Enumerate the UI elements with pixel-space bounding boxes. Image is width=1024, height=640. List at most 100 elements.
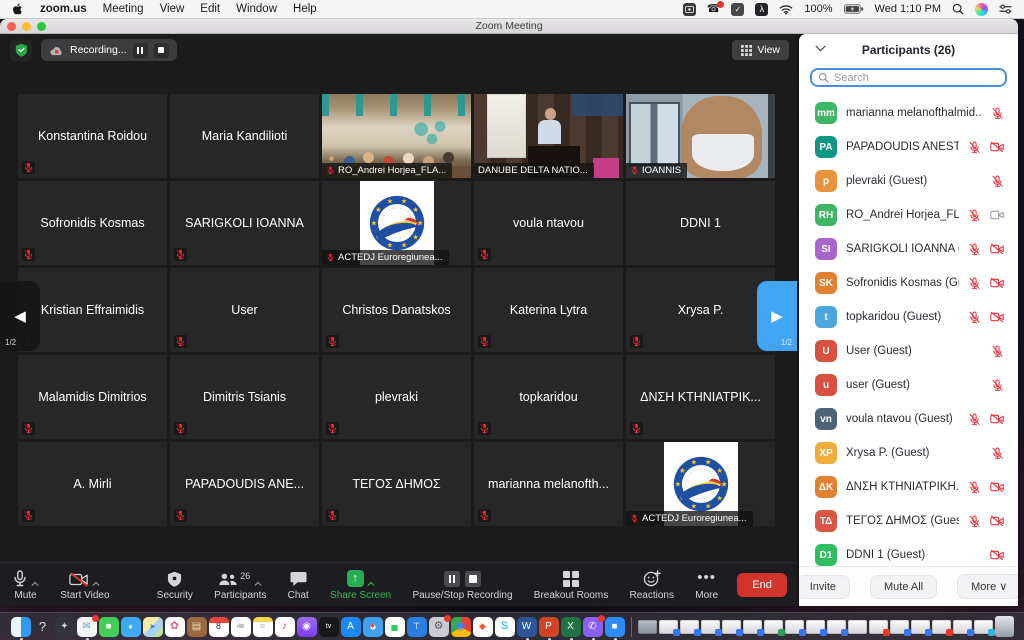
dock-item[interactable] bbox=[848, 620, 867, 634]
participant-row[interactable]: ΔΚ ΔΝΣΗ ΚΤΗΝΙΑΤΡΙΚΗ... (Guest) bbox=[799, 470, 1018, 504]
participant-row[interactable]: U User (Guest) bbox=[799, 334, 1018, 368]
wifi-icon[interactable] bbox=[779, 4, 793, 15]
participant-tile[interactable]: ★★★★★★★★★★ ΔΝΣΗ ΚΤΗΝΙΑΤΡΙΚ... bbox=[626, 355, 775, 439]
participant-row[interactable]: vn voula ntavou (Guest) bbox=[799, 402, 1018, 436]
dock-item[interactable] bbox=[953, 620, 972, 634]
dock-item[interactable] bbox=[764, 620, 783, 634]
participant-tile[interactable]: ★★★★★★★★★★ topkaridou bbox=[474, 355, 623, 439]
dock-item[interactable]: ✦ bbox=[55, 617, 75, 637]
participant-tile[interactable]: ★★★★★★★★★★ User bbox=[170, 268, 319, 352]
participant-row[interactable]: RH RO_Andrei Horjea_FL... (Guest) bbox=[799, 198, 1018, 232]
dock-item[interactable]: P bbox=[539, 617, 559, 637]
dock-item[interactable] bbox=[890, 620, 909, 634]
participant-tile[interactable]: ★★★★★★★★★★ ACTEDJ Euroregiunea... bbox=[322, 181, 471, 265]
menu-edit[interactable]: Edit bbox=[200, 3, 220, 15]
participant-tile[interactable]: ★★★★★★★★★★ A. Mirli bbox=[18, 442, 167, 526]
participant-tile[interactable]: ★★★★★★★★★★ Xrysa P. bbox=[626, 268, 775, 352]
phone-status-icon[interactable]: ☎ bbox=[707, 4, 721, 15]
dock-item[interactable]: A bbox=[341, 617, 361, 637]
dock-item[interactable]: ♪ bbox=[275, 617, 295, 637]
dock-item[interactable]: S bbox=[495, 617, 515, 637]
dock-item[interactable] bbox=[631, 617, 632, 637]
apple-menu[interactable] bbox=[12, 2, 24, 16]
participant-tile[interactable]: ★★★★★★★★★★ DANUBE DELTA NATIO... bbox=[474, 94, 623, 178]
dock-item[interactable]: ● bbox=[121, 617, 141, 637]
participant-tile[interactable]: ★★★★★★★★★★ DDNI 1 bbox=[626, 181, 775, 265]
menu-view[interactable]: View bbox=[160, 3, 185, 15]
reactions-button[interactable]: Reactions bbox=[628, 563, 676, 606]
menu-clock[interactable]: Wed 1:10 PM bbox=[875, 3, 941, 15]
participant-tile[interactable]: ★★★★★★★★★★ Kristian Effraimidis bbox=[18, 268, 167, 352]
dock-item[interactable] bbox=[11, 617, 31, 637]
dock-item[interactable]: ✦ bbox=[363, 617, 383, 637]
participant-tile[interactable]: ★★★★★★★★★★ Katerina Lytra bbox=[474, 268, 623, 352]
search-input[interactable] bbox=[834, 72, 999, 84]
dock-item[interactable] bbox=[680, 620, 699, 634]
start-video-button[interactable]: Start Video bbox=[58, 563, 111, 606]
dock-item[interactable]: ➤ bbox=[143, 617, 163, 637]
dock-item[interactable] bbox=[743, 620, 762, 634]
previous-page-button[interactable]: ◀ 1/2 bbox=[0, 281, 40, 351]
checkmark-menu-icon[interactable]: ✓ bbox=[731, 3, 744, 16]
dock-item[interactable] bbox=[869, 620, 888, 634]
dock-item[interactable]: ▅ bbox=[385, 617, 405, 637]
dock-item[interactable]: ≔ bbox=[231, 617, 251, 637]
chevron-up-icon[interactable] bbox=[31, 581, 39, 587]
participant-tile[interactable]: ★★★★★★★★★★ IOANNIS bbox=[626, 94, 775, 178]
participant-tile[interactable]: ★★★★★★★★★★ ACTEDJ Euroregiunea... bbox=[626, 442, 775, 526]
participant-row[interactable]: PA PAPADOUDIS ANESTIS (Guest) bbox=[799, 130, 1018, 164]
dock-item[interactable]: ▤ bbox=[187, 617, 207, 637]
dock-item[interactable] bbox=[722, 620, 741, 634]
dock-item[interactable]: ◉ bbox=[451, 617, 471, 637]
menu-app-name[interactable]: zoom.us bbox=[40, 3, 87, 15]
participant-row[interactable]: D1 DDNI 1 (Guest) bbox=[799, 538, 1018, 566]
next-page-button[interactable]: ▶ 1/2 bbox=[757, 281, 797, 351]
dock-item[interactable] bbox=[638, 620, 657, 634]
dock-item[interactable]: ✉ bbox=[77, 617, 97, 637]
dock-item[interactable]: 8 bbox=[209, 617, 229, 637]
collapse-panel-button[interactable] bbox=[815, 45, 826, 52]
view-button[interactable]: View bbox=[732, 40, 789, 60]
dock-item[interactable]: ? bbox=[33, 617, 53, 637]
pause-recording-button[interactable] bbox=[133, 43, 148, 58]
meeting-info-button[interactable] bbox=[10, 39, 32, 61]
participant-row[interactable]: SI SARIGKOLI IOANNA (Guest) bbox=[799, 232, 1018, 266]
screen-record-icon[interactable] bbox=[683, 3, 696, 16]
siri-icon[interactable] bbox=[975, 3, 988, 16]
participant-row[interactable]: XP Xrysa P. (Guest) bbox=[799, 436, 1018, 470]
dock-item[interactable]: ◼ bbox=[605, 617, 625, 637]
participant-tile[interactable]: ★★★★★★★★★★ RO_Andrei Horjea_FLA... bbox=[322, 94, 471, 178]
participant-row[interactable]: SK Sofronidis Kosmas (Guest) bbox=[799, 266, 1018, 300]
dock-item[interactable] bbox=[827, 620, 846, 634]
participant-row[interactable]: u user (Guest) bbox=[799, 368, 1018, 402]
menu-help[interactable]: Help bbox=[293, 3, 317, 15]
battery-icon[interactable] bbox=[844, 4, 864, 14]
dock-item[interactable]: tv bbox=[319, 617, 339, 637]
dock-item[interactable] bbox=[806, 620, 825, 634]
more-options-button[interactable]: More ∨ bbox=[957, 574, 1018, 599]
chevron-up-icon[interactable] bbox=[367, 581, 375, 587]
menu-meeting[interactable]: Meeting bbox=[103, 3, 144, 15]
participant-tile[interactable]: ★★★★★★★★★★ plevraki bbox=[322, 355, 471, 439]
participant-tile[interactable]: ★★★★★★★★★★ Christos Danatskos bbox=[322, 268, 471, 352]
more-button[interactable]: ••• More bbox=[693, 563, 720, 606]
participants-button[interactable]: 26 Participants bbox=[212, 563, 268, 606]
participant-tile[interactable]: ★★★★★★★★★★ SARIGKOLI IOANNA bbox=[170, 181, 319, 265]
participant-tile[interactable]: ★★★★★★★★★★ voula ntavou bbox=[474, 181, 623, 265]
participant-search-box[interactable] bbox=[810, 68, 1007, 87]
dock-item[interactable] bbox=[911, 620, 930, 634]
participant-row[interactable]: p plevraki (Guest) bbox=[799, 164, 1018, 198]
dock-item[interactable] bbox=[974, 620, 993, 634]
dock-item[interactable]: ⊤ bbox=[407, 617, 427, 637]
dock-item[interactable] bbox=[785, 620, 804, 634]
chat-button[interactable]: Chat bbox=[286, 563, 311, 606]
participant-tile[interactable]: ★★★★★★★★★★ Konstantina Roidou bbox=[18, 94, 167, 178]
chevron-up-icon[interactable] bbox=[92, 581, 100, 587]
dock-item[interactable]: W bbox=[517, 617, 537, 637]
stop-recording-button[interactable] bbox=[154, 43, 169, 58]
participant-row[interactable]: mm marianna melanofthalmid... (Guest) bbox=[799, 96, 1018, 130]
dock-item[interactable] bbox=[701, 620, 720, 634]
spotlight-search-icon[interactable] bbox=[952, 3, 964, 15]
share-screen-button[interactable]: ↑ Share Screen bbox=[328, 563, 393, 606]
window-titlebar[interactable]: Zoom Meeting bbox=[0, 19, 1018, 34]
